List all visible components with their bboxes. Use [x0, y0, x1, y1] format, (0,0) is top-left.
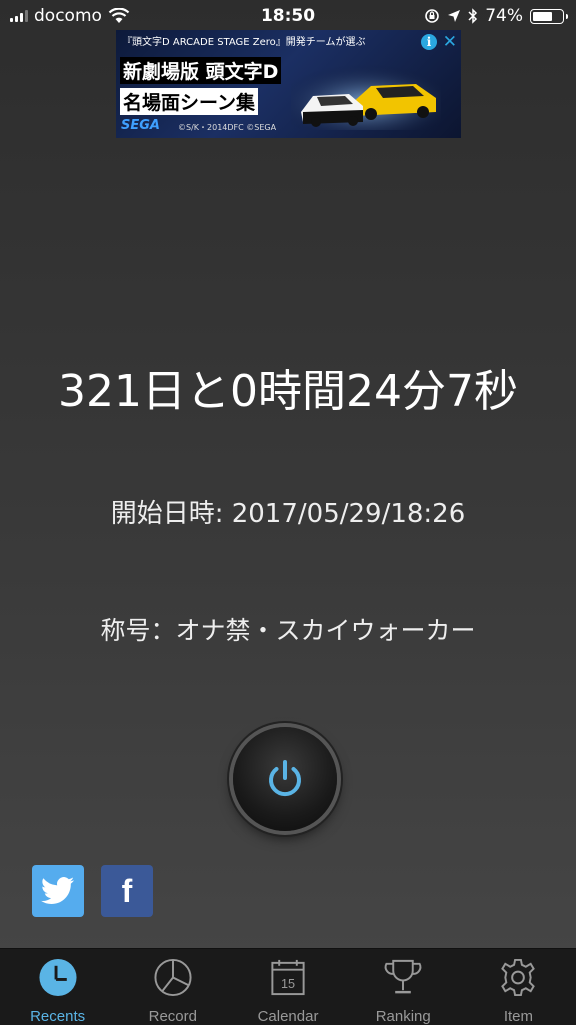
- ad-top-text: 『頭文字D ARCADE STAGE Zero』開発チームが選ぶ: [122, 37, 366, 48]
- facebook-share-button[interactable]: f: [101, 865, 153, 917]
- ad-info-icon[interactable]: i: [421, 34, 437, 50]
- tab-item[interactable]: Item: [461, 949, 576, 1025]
- ad-headline: 新劇場版 頭文字D: [120, 57, 282, 84]
- twitter-bird-icon: [41, 877, 74, 904]
- rotation-lock-icon: [425, 9, 440, 23]
- tab-recents[interactable]: Recents: [0, 949, 115, 1025]
- clock-icon: [39, 958, 77, 997]
- ad-cars-image: [291, 64, 441, 130]
- facebook-f-icon: f: [121, 872, 133, 909]
- battery-percent: 74%: [485, 6, 523, 26]
- tab-record[interactable]: Record: [115, 949, 230, 1025]
- status-bar: docomo 18:50 74%: [0, 0, 576, 32]
- tab-calendar[interactable]: 15 Calendar: [230, 949, 345, 1025]
- ad-sega-logo: SEGA: [121, 118, 160, 133]
- carrier-name: docomo: [34, 6, 102, 26]
- tab-record-label: Record: [148, 1008, 197, 1025]
- status-left: docomo: [0, 6, 130, 26]
- battery-icon: [530, 8, 568, 24]
- bluetooth-icon: [468, 8, 478, 24]
- calendar-day-number: 15: [281, 977, 295, 991]
- ad-subheadline: 名場面シーン集: [120, 88, 259, 115]
- battery-fill: [533, 11, 552, 21]
- wifi-icon: [108, 8, 130, 23]
- elapsed-time: 321日と0時間24分7秒: [58, 366, 518, 417]
- power-icon: [269, 760, 301, 797]
- tab-calendar-label: Calendar: [257, 1008, 319, 1025]
- calendar-icon: 15: [271, 959, 305, 996]
- pie-chart-icon: [154, 958, 192, 997]
- tab-ranking-label: Ranking: [375, 1008, 431, 1025]
- ad-copyright: ©S/K・2014DFC ©SEGA: [178, 123, 277, 132]
- signal-icon: [10, 10, 28, 22]
- tab-item-label: Item: [503, 1008, 533, 1025]
- ad-banner[interactable]: 『頭文字D ARCADE STAGE Zero』開発チームが選ぶ 新劇場版 頭文…: [116, 30, 461, 138]
- power-button[interactable]: [233, 727, 337, 831]
- start-datetime: 開始日時: 2017/05/29/18:26: [110, 499, 466, 529]
- ad-close-icon[interactable]: ✕: [443, 32, 457, 52]
- location-icon: [448, 10, 461, 22]
- rank-title: 称号：オナ禁・スカイウォーカー: [100, 616, 476, 645]
- status-right: 74%: [424, 6, 576, 26]
- tab-recents-label: Recents: [30, 1008, 86, 1025]
- twitter-share-button[interactable]: [32, 865, 84, 917]
- tab-bar: Recents Record 15 Calendar Ranking Item: [0, 948, 576, 1025]
- gear-icon: [501, 958, 536, 997]
- trophy-icon: [384, 959, 422, 994]
- tab-ranking[interactable]: Ranking: [346, 949, 461, 1025]
